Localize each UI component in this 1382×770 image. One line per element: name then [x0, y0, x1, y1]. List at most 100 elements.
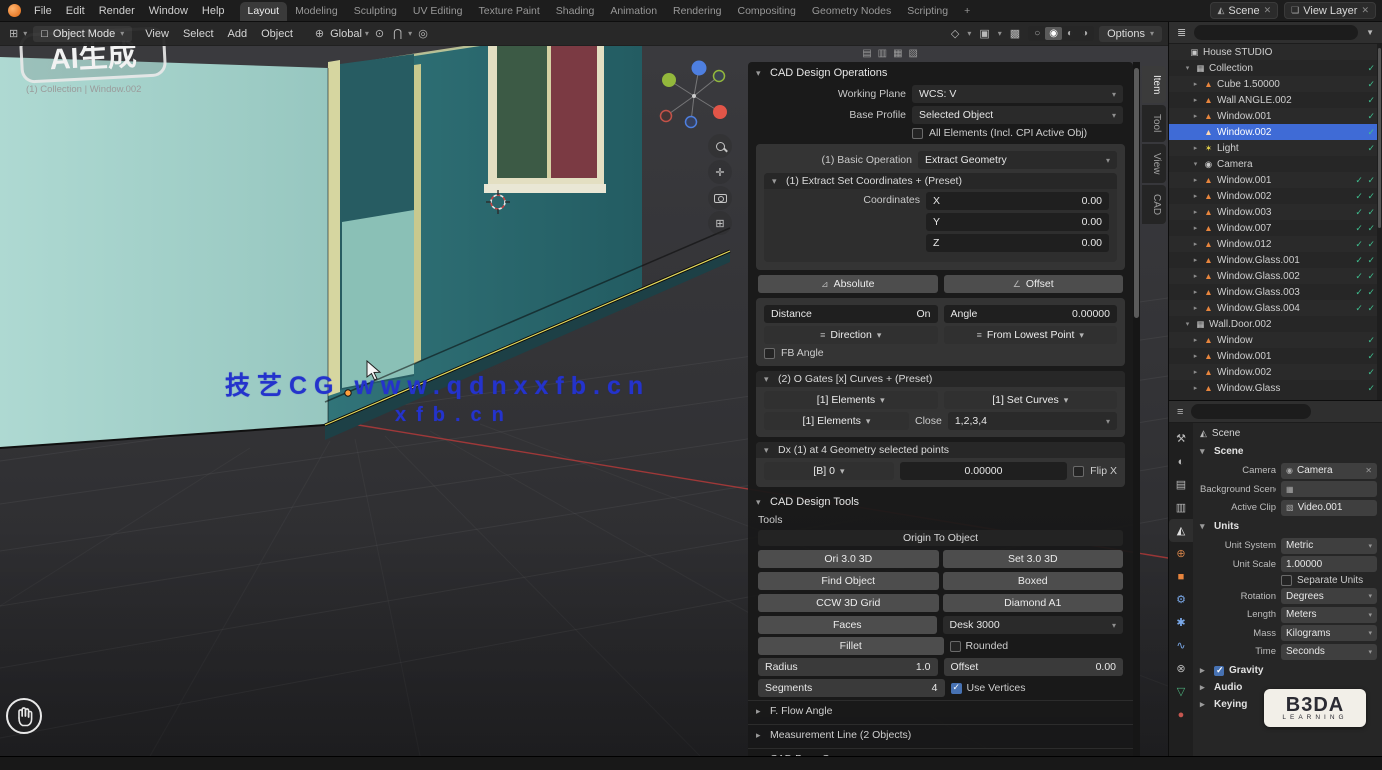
blender-logo-icon[interactable]	[8, 4, 21, 17]
outliner-row[interactable]: ▸ ▲ Window.002 ✓ ✓	[1169, 188, 1382, 204]
main-menu-item[interactable]: Window	[142, 3, 195, 19]
panel-scrollbar[interactable]	[1133, 62, 1140, 756]
expand-arrow-icon[interactable]: ▸	[1191, 256, 1200, 264]
status-badges[interactable]: ✓	[1367, 335, 1376, 346]
expand-arrow-icon[interactable]: ▸	[1191, 336, 1200, 344]
length-dropdown[interactable]: Meters▾	[1281, 607, 1377, 623]
status-badges[interactable]: ✓ ✓	[1355, 255, 1376, 266]
expand-arrow-icon[interactable]: ▸	[1191, 144, 1200, 152]
active-clip-field[interactable]: ▧ Video.001	[1281, 500, 1377, 516]
overlays-icon[interactable]: ▣	[976, 27, 992, 40]
expand-arrow-icon[interactable]: ▸	[1191, 352, 1200, 360]
scrollbar-thumb[interactable]	[1134, 68, 1139, 318]
outliner-row[interactable]: ▸ ✶ Light ✓	[1169, 140, 1382, 156]
main-menu-item[interactable]: Help	[195, 3, 232, 19]
scene-tab-icon[interactable]: ◭	[1169, 519, 1193, 542]
axis-y-handle[interactable]	[662, 73, 676, 87]
faces-dropdown[interactable]: Desk 3000 ▾	[943, 616, 1124, 634]
outliner-row[interactable]: ▾ ▦ Wall.Door.002	[1169, 316, 1382, 332]
overlay-toggle-icon[interactable]: ▧	[909, 48, 918, 59]
viewport-3d[interactable]: ⊞ ▾ □ Object Mode ▾ ViewSelectAddObject …	[0, 22, 1168, 756]
shading-material-icon[interactable]: ◐	[1063, 27, 1077, 40]
outliner-search-input[interactable]	[1194, 25, 1358, 40]
outliner-row[interactable]: ▸ ▲ Wall ANGLE.002 ✓	[1169, 92, 1382, 108]
expand-arrow-icon[interactable]: ▸	[1191, 224, 1200, 232]
workspace-tab[interactable]: +	[956, 2, 978, 21]
background-scene-field[interactable]: ▦	[1281, 481, 1377, 497]
fillet-button[interactable]: Fillet	[758, 637, 944, 655]
outliner-editor-icon[interactable]: ≣	[1174, 26, 1189, 39]
expand-arrow-icon[interactable]: ▾	[1183, 320, 1192, 328]
status-badges[interactable]: ✓ ✓	[1355, 287, 1376, 298]
view-layer-tab-icon[interactable]: ▥	[1169, 496, 1193, 519]
material-tab-icon[interactable]: ●	[1169, 703, 1193, 726]
main-menu-item[interactable]: File	[27, 3, 59, 19]
properties-search-input[interactable]	[1191, 404, 1311, 419]
snap-magnet-icon[interactable]: ⋂	[390, 27, 405, 40]
main-menu-item[interactable]: Render	[92, 3, 142, 19]
elements-button[interactable]: [1] Elements ▾	[764, 391, 938, 409]
faces-button[interactable]: Faces	[758, 616, 937, 634]
outliner-scrollbar[interactable]	[1377, 44, 1382, 400]
collapsed-panel-header[interactable]: ▸ Measurement Line (2 Objects)	[748, 724, 1133, 745]
outliner-row[interactable]: ▸ ▲ Window.Glass.004 ✓ ✓	[1169, 300, 1382, 316]
expand-arrow-icon[interactable]: ▾	[1191, 160, 1200, 168]
angle-field[interactable]: Angle 0.00000	[944, 305, 1118, 323]
status-badges[interactable]: ✓ ✓	[1355, 239, 1376, 250]
workspace-tab[interactable]: UV Editing	[405, 2, 471, 21]
properties-editor-icon[interactable]: ≡	[1174, 406, 1186, 418]
shading-wireframe-icon[interactable]: ○	[1030, 27, 1044, 40]
unit-system-dropdown[interactable]: Metric▾	[1281, 538, 1377, 554]
status-badges[interactable]: ✓	[1367, 383, 1376, 394]
tool-button[interactable]: Set 3.0 3D	[943, 550, 1124, 568]
expand-arrow-icon[interactable]: ▸	[1191, 80, 1200, 88]
expand-arrow-icon[interactable]: ▸	[1191, 240, 1200, 248]
outliner-row[interactable]: ▲ Window.002 ✓	[1169, 124, 1382, 140]
expand-arrow-icon[interactable]: ▸	[1191, 368, 1200, 376]
sidebar-tab[interactable]: CAD	[1142, 185, 1166, 224]
expand-arrow-icon[interactable]: ▸	[1191, 176, 1200, 184]
expand-arrow-icon[interactable]: ▸	[1191, 208, 1200, 216]
mass-dropdown[interactable]: Kilograms▾	[1281, 625, 1377, 641]
outliner-row[interactable]: ▸ ▲ Window.007 ✓ ✓	[1169, 220, 1382, 236]
constraints-tab-icon[interactable]: ⊗	[1169, 657, 1193, 680]
units-section-header[interactable]: ▾ Units	[1198, 518, 1377, 535]
expand-arrow-icon[interactable]: ▸	[1191, 288, 1200, 296]
tool-button[interactable]: Boxed	[943, 572, 1124, 590]
flip-x-checkbox[interactable]	[1073, 466, 1084, 477]
status-badges[interactable]: ✓ ✓	[1355, 271, 1376, 282]
expand-arrow-icon[interactable]: ▸	[1191, 96, 1200, 104]
outliner-row[interactable]: ▸ ▲ Window ✓	[1169, 332, 1382, 348]
expand-arrow-icon[interactable]: ▸	[1191, 272, 1200, 280]
radius-field[interactable]: Radius 1.0	[758, 658, 938, 676]
gravity-section-header[interactable]: ▸ Gravity	[1198, 662, 1377, 679]
overlay-toggle-icon[interactable]: ▥	[878, 48, 887, 59]
sidebar-tab[interactable]: Tool	[1142, 105, 1166, 141]
physics-tab-icon[interactable]: ∿	[1169, 634, 1193, 657]
all-elements-checkbox[interactable]	[912, 128, 923, 139]
viewport-menu-item[interactable]: Select	[176, 26, 221, 42]
output-tab-icon[interactable]: ▤	[1169, 473, 1193, 496]
expand-arrow-icon[interactable]: ▸	[1191, 192, 1200, 200]
sidebar-tab[interactable]: Item	[1142, 66, 1166, 103]
status-badges[interactable]: ✓	[1367, 79, 1376, 90]
pan-button[interactable]: ✛	[708, 160, 732, 184]
absolute-button[interactable]: ⊿ Absolute	[758, 275, 938, 293]
fb-angle-checkbox[interactable]	[764, 348, 775, 359]
close-dropdown[interactable]: 1,2,3,4 ▾	[948, 412, 1117, 430]
zoom-button[interactable]	[708, 134, 732, 158]
orientation-label[interactable]: Global	[330, 28, 362, 40]
expand-arrow-icon[interactable]: ▸	[1191, 112, 1200, 120]
proportional-edit-icon[interactable]: ◎	[415, 27, 431, 40]
status-badges[interactable]: ✓ ✓	[1355, 303, 1376, 314]
shading-solid-icon[interactable]: ◉	[1045, 27, 1062, 40]
viewport-menu-item[interactable]: Add	[221, 26, 255, 42]
tool-tab-icon[interactable]: ⚒	[1169, 427, 1193, 450]
editor-type-icon[interactable]: ⊞	[6, 27, 21, 40]
axis-z-handle[interactable]	[692, 61, 707, 76]
status-badges[interactable]: ✓	[1367, 351, 1376, 362]
cad-tools-section-header[interactable]: ▾ CAD Design Tools	[748, 493, 1133, 511]
coordinate-field[interactable]: Z 0.00	[926, 234, 1109, 252]
workspace-tab[interactable]: Compositing	[730, 2, 804, 21]
workspace-tab[interactable]: Scripting	[899, 2, 956, 21]
